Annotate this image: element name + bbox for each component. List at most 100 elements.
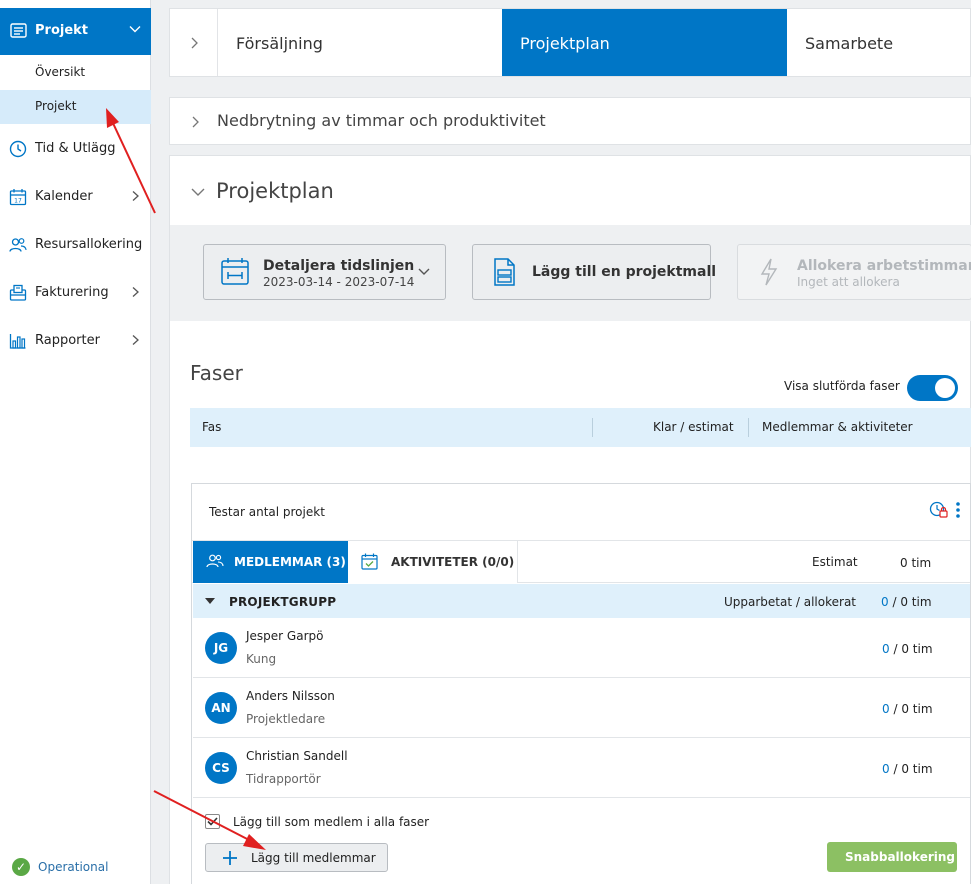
toggle-knob	[935, 378, 955, 398]
panel-title: Projektplan	[216, 179, 334, 203]
quick-allocation-button[interactable]: Snabballokering	[827, 842, 957, 872]
member-role: Projektledare	[246, 712, 326, 726]
sidebar-item-fakturering[interactable]: Fakturering	[0, 274, 151, 314]
member-name: Jesper Garpö	[246, 629, 324, 643]
member-name: Christian Sandell	[246, 749, 348, 763]
timeline-button[interactable]: Detaljera tidslinjen 2023-03-14 - 2023-0…	[203, 244, 446, 300]
chevron-right-icon	[191, 37, 198, 49]
member-row[interactable]: AN Anders Nilsson Projektledare 0 / 0 ti…	[193, 678, 970, 738]
tab-projektplan[interactable]: Projektplan	[502, 9, 787, 76]
bar-chart-icon	[9, 334, 26, 349]
group-row[interactable]: PROJEKTGRUPP Upparbetat / allokerat 0 / …	[193, 584, 970, 618]
project-icon	[10, 23, 27, 38]
template-label: Lägg till en projektmall	[532, 264, 717, 280]
sidebar-item-kalender[interactable]: 17 Kalender	[0, 178, 151, 218]
chevron-down-icon	[418, 268, 430, 275]
tab-label: Försäljning	[236, 34, 323, 53]
phases-title: Faser	[190, 361, 243, 385]
sidebar-item-label: Projekt	[35, 23, 89, 38]
sidebar-item-resursallokering[interactable]: Resursallokering	[0, 226, 151, 266]
lightning-icon	[760, 258, 778, 286]
chevron-down-icon	[129, 26, 141, 33]
tab-members[interactable]: MEDLEMMAR (3)	[193, 541, 348, 583]
chevron-right-icon	[192, 116, 199, 128]
member-row[interactable]: JG Jesper Garpö Kung 0 / 0 tim	[193, 618, 970, 678]
button-label: Snabballokering	[845, 850, 955, 864]
checkmark-icon: ✓	[12, 858, 30, 876]
member-hours: 0 / 0 tim	[882, 762, 933, 776]
column-divider	[592, 418, 593, 437]
tab-samarbete[interactable]: Samarbete	[787, 9, 970, 76]
system-status[interactable]: ✓ Operational	[12, 857, 108, 877]
people-icon	[206, 554, 224, 568]
sidebar-item-rapporter[interactable]: Rapporter	[0, 322, 151, 362]
group-name: PROJEKTGRUPP	[229, 595, 337, 609]
sidebar-subitem-projekt[interactable]: Projekt	[0, 90, 151, 124]
tab-label: Projektplan	[520, 34, 610, 53]
caret-down-icon[interactable]	[205, 598, 215, 604]
sidebar-item-projekt[interactable]: Projekt	[0, 8, 151, 55]
plus-icon	[223, 851, 237, 865]
checkbox-label[interactable]: Lägg till som medlem i alla faser	[233, 815, 429, 829]
sidebar-item-label: Resursallokering	[35, 237, 143, 252]
column-header[interactable]: Fas	[202, 420, 221, 434]
tab-label: MEDLEMMAR (3)	[234, 555, 346, 569]
more-options-icon[interactable]	[955, 501, 961, 519]
worked-value: 0 / 0 tim	[881, 595, 932, 609]
member-row[interactable]: CS Christian Sandell Tidrapportör 0 / 0 …	[193, 738, 970, 798]
worked-hours[interactable]: 0	[882, 642, 890, 656]
column-divider	[748, 418, 749, 437]
tab-activities[interactable]: AKTIVITETER (0/0)	[348, 541, 518, 583]
member-hours: 0 / 0 tim	[882, 702, 933, 716]
chevron-down-icon[interactable]	[190, 186, 206, 198]
button-label: Lägg till medlemmar	[251, 851, 376, 865]
allocated-hours: / 0 tim	[892, 595, 932, 609]
add-members-button[interactable]: Lägg till medlemmar	[205, 843, 388, 872]
allocate-hours-button[interactable]: Allokera arbetstimmar Inget att allokera	[737, 244, 971, 300]
timeline-calendar-icon	[221, 258, 249, 285]
calendar-icon: 17	[9, 189, 27, 206]
tab-forsaljning[interactable]: Försäljning	[218, 9, 502, 76]
column-header[interactable]: Klar / estimat	[653, 420, 734, 434]
chevron-right-icon	[132, 287, 139, 297]
people-icon	[9, 238, 27, 252]
show-completed-toggle[interactable]	[907, 375, 958, 401]
worked-hours[interactable]: 0	[882, 702, 890, 716]
clock-lock-icon[interactable]	[929, 501, 949, 519]
worked-hours[interactable]: 0	[882, 762, 890, 776]
allocated-hours: / 0 tim	[893, 762, 933, 776]
invoice-icon	[9, 284, 27, 301]
sidebar-subitem-oversikt[interactable]: Översikt	[0, 56, 151, 90]
phases-table-header: Fas Klar / estimat Medlemmar & aktivitet…	[190, 408, 971, 447]
tabs-expand-button[interactable]	[170, 9, 218, 76]
member-hours: 0 / 0 tim	[882, 642, 933, 656]
worked-label: Upparbetat / allokerat	[724, 595, 856, 609]
member-role: Tidrapportör	[246, 772, 321, 786]
sidebar-item-label: Kalender	[35, 189, 93, 204]
add-to-all-phases-checkbox[interactable]	[205, 814, 220, 829]
add-template-button[interactable]: Lägg till en projektmall	[472, 244, 716, 300]
document-icon	[494, 258, 515, 286]
chevron-right-icon	[132, 335, 139, 345]
sidebar-subitem-label: Projekt	[35, 99, 77, 113]
member-name: Anders Nilsson	[246, 689, 335, 703]
chevron-right-icon	[132, 191, 139, 201]
section-title: Nedbrytning av timmar och produktivitet	[217, 111, 546, 130]
workflow-tabs: Försäljning Projektplan Samarbete	[169, 8, 971, 77]
allocated-hours: / 0 tim	[893, 702, 933, 716]
allocate-title: Allokera arbetstimmar	[797, 258, 971, 274]
calendar-check-icon	[361, 553, 378, 570]
estimate-value: 0 tim	[900, 556, 932, 570]
section-breakdown[interactable]: Nedbrytning av timmar och produktivitet	[169, 97, 971, 145]
sidebar: Projekt Översikt Projekt Tid & Utlägg 17…	[0, 0, 151, 884]
sidebar-subitem-label: Översikt	[35, 65, 86, 79]
sidebar-item-tid-utlagg[interactable]: Tid & Utlägg	[0, 130, 151, 170]
column-header[interactable]: Medlemmar & aktiviteter	[762, 420, 913, 434]
sidebar-item-label: Rapporter	[35, 333, 100, 348]
phase-card: Testar antal projekt MEDLEMMAR (3) AKTIV…	[191, 483, 971, 884]
member-role: Kung	[246, 652, 277, 666]
allocate-subtitle: Inget att allokera	[797, 275, 900, 289]
avatar: AN	[205, 692, 237, 724]
phase-name[interactable]: Testar antal projekt	[209, 505, 325, 519]
avatar: JG	[205, 632, 237, 664]
